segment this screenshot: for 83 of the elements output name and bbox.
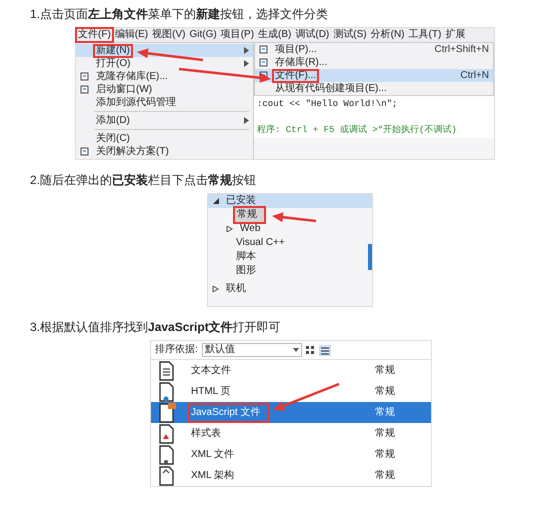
template-row[interactable]: 样式表 常规 xyxy=(151,423,431,444)
tree-node-label: 常规 xyxy=(234,207,265,223)
tree-node-label: 图形 xyxy=(235,265,257,277)
menu-item-icon xyxy=(80,72,89,81)
tree-node[interactable]: 脚本 xyxy=(208,250,372,264)
template-name: 文本文件 xyxy=(190,364,232,376)
menu-bar-item[interactable]: 扩展 xyxy=(443,28,468,42)
tree-node[interactable]: Web xyxy=(208,222,372,236)
template-category: 常规 xyxy=(375,428,395,440)
code-line: :cout << "Hello World!\n"; xyxy=(257,98,398,110)
tree-node[interactable]: 已安装 xyxy=(208,194,372,208)
menu-item-label: 打开(O) xyxy=(95,58,132,70)
file-icon xyxy=(157,402,177,422)
menu-bar-item[interactable]: Git(G) xyxy=(187,28,219,42)
menu-bar-item[interactable]: 文件(F) xyxy=(76,28,113,42)
tree-node-label: Web xyxy=(239,223,262,235)
menu-item-label: 添加(D) xyxy=(95,114,131,126)
sort-label: 排序依据: xyxy=(155,344,198,356)
tree-node[interactable]: 常规 xyxy=(208,208,372,222)
menu-item-label: 从现有代码创建项目(E)... xyxy=(274,82,388,94)
menu-bar-item[interactable]: 项目(P) xyxy=(218,28,256,42)
menu-item[interactable]: 从现有代码创建项目(E)... xyxy=(255,82,493,95)
menu-item[interactable]: 关闭(C) xyxy=(76,132,253,145)
template-category: 常规 xyxy=(375,364,395,376)
menu-item-icon xyxy=(259,45,268,54)
menu-item[interactable]: 存储库(R)... xyxy=(255,56,493,69)
template-category: 常规 xyxy=(375,386,395,398)
template-row[interactable]: 文本文件 常规 xyxy=(151,360,431,381)
tree-node[interactable]: 图形 xyxy=(208,264,372,278)
menu-item[interactable]: 添加到源代码管理 xyxy=(76,96,253,109)
menu-item-label: 启动窗口(W) xyxy=(95,84,154,96)
menu-item[interactable]: 启动窗口(W) xyxy=(76,83,253,96)
menu-item[interactable]: 打开(O) xyxy=(76,57,253,70)
menu-item-label: 添加到源代码管理 xyxy=(95,96,177,108)
code-comment: 程序: Ctrl + F5 或调试 >“开始执行(不调试) xyxy=(257,124,458,136)
template-category: 常规 xyxy=(375,406,395,418)
menu-item[interactable]: 关闭解决方案(T) xyxy=(76,145,253,158)
tree-node-label: Visual C++ xyxy=(235,237,286,249)
template-name: 样式表 xyxy=(190,428,222,440)
menu-bar-item[interactable]: 生成(B) xyxy=(256,28,294,42)
menu-bar-item[interactable]: 视图(V) xyxy=(150,28,188,42)
template-row[interactable]: JavaScript 文件 常规 xyxy=(151,402,431,423)
tree-node-label: 脚本 xyxy=(235,251,257,263)
menu-item[interactable]: 添加(D) xyxy=(76,114,253,127)
template-name: XML 架构 xyxy=(190,470,235,482)
step-instruction: 3.根据默认值排序找到JavaScript文件打开即可 xyxy=(30,319,282,335)
template-name: XML 文件 xyxy=(190,448,235,460)
grid-view-icon xyxy=(306,346,315,354)
menu-item-icon xyxy=(259,58,268,67)
menu-bar-item[interactable]: 工具(T) xyxy=(406,28,444,42)
menu-bar-item[interactable]: 调试(D) xyxy=(293,28,332,42)
shortcut-text: Ctrl+N xyxy=(460,70,489,82)
template-category: 常规 xyxy=(375,470,395,482)
template-row[interactable]: XML 文件 常规 xyxy=(151,444,431,465)
shortcut-text: Ctrl+Shift+N xyxy=(434,44,489,56)
menu-item[interactable]: 克隆存储库(E)... xyxy=(76,70,253,83)
menu-item-label: 克隆存储库(E)... xyxy=(95,70,169,82)
menu-item-label: 项目(P)... xyxy=(274,44,318,56)
menu-bar-item[interactable]: 分析(N) xyxy=(368,28,406,42)
sort-dropdown[interactable]: 默认值 xyxy=(202,343,302,357)
tree-node-label: 联机 xyxy=(225,283,247,295)
template-category: 常规 xyxy=(375,448,395,460)
scroll-bar xyxy=(368,244,372,270)
menu-bar-item[interactable]: 测试(S) xyxy=(331,28,369,42)
step-instruction: 1.点击页面左上角文件菜单下的新建按钮，选择文件分类 xyxy=(30,6,330,22)
tree-node[interactable]: 联机 xyxy=(208,282,372,296)
menu-item-label: 关闭(C) xyxy=(95,132,131,144)
menu-bar-item[interactable]: 编辑(E) xyxy=(112,28,150,42)
tree-node[interactable]: Visual C++ xyxy=(208,236,372,250)
template-row[interactable]: XML 架构 常规 xyxy=(151,465,431,486)
menu-item[interactable]: 项目(P)... Ctrl+Shift+N xyxy=(255,43,493,56)
template-name: JavaScript 文件 xyxy=(189,404,268,422)
submenu-arrow-icon xyxy=(244,117,249,124)
menu-item-icon xyxy=(80,85,89,94)
tree-node-label: 已安装 xyxy=(225,195,257,207)
template-name: HTML 页 xyxy=(190,386,232,398)
list-view-icon xyxy=(318,344,331,356)
menu-item-label: 关闭解决方案(T) xyxy=(95,146,170,158)
step-instruction: 2.随后在弹出的已安装栏目下点击常规按钮 xyxy=(30,172,258,188)
caret-icon xyxy=(292,348,299,352)
template-row[interactable]: HTML 页 常规 xyxy=(151,381,431,402)
menu-item-label: 存储库(R)... xyxy=(274,56,328,68)
menu-item-icon xyxy=(80,147,89,156)
